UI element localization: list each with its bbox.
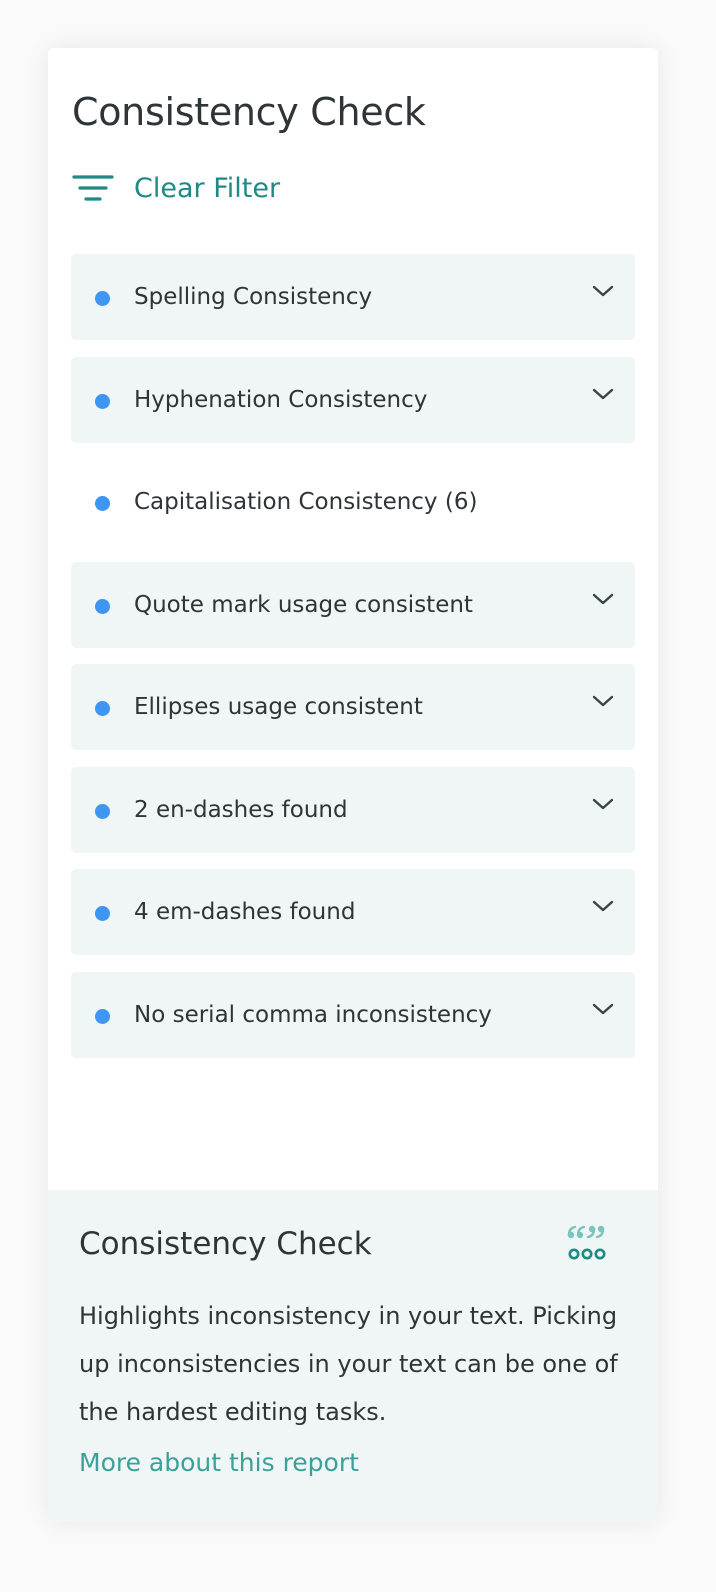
check-item-hyphenation[interactable]: Hyphenation Consistency [71,356,635,443]
check-item-capitalisation: Capitalisation Consistency (6) [71,459,635,545]
check-label: No serial comma inconsistency [134,1001,492,1028]
info-title: Consistency Check [79,1226,372,1262]
check-label: 4 em-dashes found [134,899,356,925]
check-label: Ellipses usage consistent [134,694,423,720]
chevron-down-icon [592,593,614,604]
check-label: Quote mark usage consistent [134,591,473,618]
status-dot [95,291,110,306]
check-item-spelling[interactable]: Spelling Consistency [71,254,635,340]
more-about-report-link[interactable]: More about this report [79,1448,359,1477]
status-dot [95,393,110,409]
chevron-down-icon [592,695,614,707]
status-dot [95,906,110,921]
clear-filter-button[interactable]: Clear Filter [72,168,280,208]
status-dot [95,701,110,716]
status-dot [95,598,110,614]
chevron-down-icon [592,900,614,912]
check-item-quote-marks[interactable]: Quote mark usage consistent [71,561,635,648]
check-item-serial-comma[interactable]: No serial comma inconsistency [71,971,635,1058]
chevron-down-icon [592,1003,614,1014]
quote-marks-icon [567,1225,606,1260]
clear-filter-label: Clear Filter [134,172,281,204]
check-label: Capitalisation Consistency (6) [134,489,478,515]
filter-lines-icon [72,168,116,208]
check-list: Spelling Consistency Hyphenation Consist… [71,254,635,1074]
check-item-en-dashes[interactable]: 2 en-dashes found [71,766,635,853]
status-dot [95,1008,110,1024]
chevron-down-icon [592,285,614,297]
check-label: Hyphenation Consistency [134,386,428,413]
chevron-down-icon [592,388,614,399]
check-item-em-dashes[interactable]: 4 em-dashes found [71,869,635,955]
status-dot [95,496,110,511]
panel-title: Consistency Check [72,90,426,134]
status-dot [95,803,110,819]
check-label: 2 en-dashes found [134,796,348,823]
check-item-ellipses[interactable]: Ellipses usage consistent [71,664,635,750]
check-label: Spelling Consistency [134,284,373,310]
consistency-check-panel: Consistency Check Clear Filter Spelling … [48,48,658,1522]
report-info-card: Consistency Check Highlights inconsisten… [48,1190,658,1522]
chevron-down-icon [592,798,614,809]
info-description: Highlights inconsistency in your text. P… [79,1302,618,1426]
